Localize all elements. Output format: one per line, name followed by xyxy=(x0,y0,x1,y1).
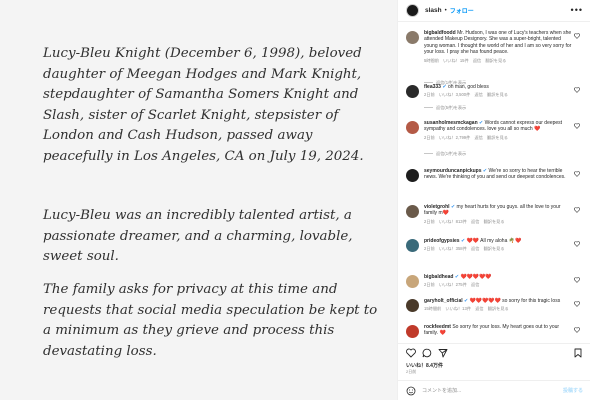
comment: bigbaldhead ✔ ❤️❤️❤️❤️❤️ 2日前 いいね！275件 返信 xyxy=(406,274,586,296)
like-heart-icon[interactable] xyxy=(574,123,580,129)
verified-icon: ✔ xyxy=(454,274,460,280)
comment-text: oh man, god bless xyxy=(447,84,489,90)
reply-button[interactable]: 返信 xyxy=(471,219,479,224)
comment-composer: コメントを追加... 投稿する xyxy=(398,380,590,400)
reply-button[interactable]: 返信 xyxy=(473,58,481,63)
verified-icon: ✔ xyxy=(482,168,488,174)
translate-button[interactable]: 翻訳を見る xyxy=(485,58,506,63)
avatar[interactable] xyxy=(406,4,419,17)
translate-button[interactable]: 翻訳を見る xyxy=(484,219,505,224)
like-heart-icon[interactable] xyxy=(574,207,580,213)
comment-username[interactable]: seymourduncanpickups xyxy=(424,168,482,174)
like-heart-icon[interactable] xyxy=(574,33,580,39)
comment-text: ❤️❤️❤️❤️❤️ so sorry for this tragic loss xyxy=(469,298,561,304)
comment-likes[interactable]: いいね！813件 xyxy=(439,219,467,224)
translate-button[interactable]: 翻訳を見る xyxy=(488,306,509,311)
comment-time: 2日前 xyxy=(424,282,435,288)
commenter-avatar[interactable] xyxy=(406,85,419,98)
comment-likes[interactable]: いいね！2,799件 xyxy=(439,135,470,140)
comment-time: 2日前 xyxy=(424,246,435,252)
comment: flea333 ✔ oh man, god bless 2日前 いいね！3,50… xyxy=(406,84,586,114)
reply-button[interactable]: 返信 xyxy=(475,306,483,311)
comment: seymourduncanpickups ✔ We're so sorry to… xyxy=(406,168,586,196)
comment-icon[interactable] xyxy=(422,348,432,358)
comment-likes[interactable]: いいね！3,500件 xyxy=(439,92,470,97)
verified-icon: ✔ xyxy=(460,238,466,244)
like-heart-icon[interactable] xyxy=(574,277,580,283)
comment-time: 2日前 xyxy=(424,134,435,140)
post-image: Lucy-Bleu Knight (December 6, 1998), bel… xyxy=(0,0,397,400)
verified-icon: ✔ xyxy=(450,204,456,210)
commenter-avatar[interactable] xyxy=(406,121,419,134)
comment: garyholt_official ✔ ❤️❤️❤️❤️❤️ so sorry … xyxy=(406,298,586,320)
translate-button[interactable]: 翻訳を見る xyxy=(484,246,505,251)
comment-likes[interactable]: いいね！13件 xyxy=(445,306,471,311)
verified-icon: ✔ xyxy=(442,84,447,90)
comment-text: ❤️❤️ All my aloha 🌴❤️ xyxy=(466,238,522,244)
post-paragraph-3: The family asks for privacy at this time… xyxy=(43,282,378,359)
header-separator: • xyxy=(444,7,447,14)
like-heart-icon[interactable] xyxy=(574,301,580,307)
commenter-avatar[interactable] xyxy=(406,275,419,288)
translate-button[interactable]: 翻訳を見る xyxy=(487,92,508,97)
commenter-avatar[interactable] xyxy=(406,169,419,182)
likes-count[interactable]: いいね！8.4万件 xyxy=(406,362,443,369)
comment-likes[interactable]: いいね！15件 xyxy=(443,58,469,63)
comment-username[interactable]: bigbaldfoodd xyxy=(424,30,456,36)
comment-text: ❤️❤️❤️❤️❤️ xyxy=(460,274,492,280)
like-heart-icon[interactable] xyxy=(574,327,580,333)
translate-button[interactable]: 翻訳を見る xyxy=(487,135,508,140)
reply-button[interactable]: 返信 xyxy=(471,246,479,251)
emoji-icon[interactable] xyxy=(406,386,416,396)
comment-username[interactable]: flea333 xyxy=(424,84,441,90)
comment-username[interactable]: garyholt_official xyxy=(424,298,463,304)
comment-time: 2日前 xyxy=(424,218,435,224)
post-date: 2日前 xyxy=(406,369,417,374)
commenter-avatar[interactable] xyxy=(406,299,419,312)
follow-button[interactable]: フォロー xyxy=(450,6,474,15)
post-paragraph-2: Lucy-Bleu was an incredibly talented art… xyxy=(43,208,353,264)
like-heart-icon[interactable] xyxy=(574,171,580,177)
commenter-avatar[interactable] xyxy=(406,325,419,338)
more-options-icon[interactable]: ••• xyxy=(571,5,583,15)
header-username[interactable]: slash xyxy=(425,7,442,14)
comment: susanholmesmckagan ✔ Words cannot expres… xyxy=(406,120,586,158)
post-paragraph-1: Lucy-Bleu Knight (December 6, 1998), bel… xyxy=(43,46,364,164)
post-comment-button[interactable]: 投稿する xyxy=(563,387,583,394)
comment-username[interactable]: bigbaldhead xyxy=(424,274,453,280)
commenter-avatar[interactable] xyxy=(406,239,419,252)
comment-time: 15時間前 xyxy=(424,306,442,312)
reply-button[interactable]: 返信 xyxy=(474,92,482,97)
bookmark-icon[interactable] xyxy=(573,348,583,358)
comment-input[interactable]: コメントを追加... xyxy=(422,387,461,394)
comment: violetgrohl ✔ my heart hurts for you guy… xyxy=(406,204,586,232)
commenter-avatar[interactable] xyxy=(406,31,419,44)
view-replies-button[interactable]: 返信(5件)を表示 xyxy=(424,105,466,111)
like-heart-icon[interactable] xyxy=(574,87,580,93)
like-icon[interactable] xyxy=(406,348,416,358)
comments-panel: slash • フォロー ••• bigbaldfoodd Mr. Hudson… xyxy=(397,0,590,400)
post-header: slash • フォロー ••• xyxy=(398,0,590,22)
comment-likes[interactable]: いいね！275件 xyxy=(439,282,467,287)
comment: bigbaldfoodd Mr. Hudson, I was one of Lu… xyxy=(406,30,586,85)
comment-likes[interactable]: いいね！358件 xyxy=(439,246,467,251)
like-heart-icon[interactable] xyxy=(574,241,580,247)
reply-button[interactable]: 返信 xyxy=(474,135,482,140)
comment: prideofgypsies ✔ ❤️❤️ All my aloha 🌴❤️ 2… xyxy=(406,238,586,260)
action-bar xyxy=(398,343,590,360)
verified-icon: ✔ xyxy=(464,298,469,304)
comment-username[interactable]: prideofgypsies xyxy=(424,238,460,244)
reply-button[interactable]: 返信 xyxy=(471,282,479,287)
view-replies-button[interactable]: 返信(1件)を表示 xyxy=(424,151,466,157)
comment: rockfeedmt So sorry for your loss. My he… xyxy=(406,324,586,340)
commenter-avatar[interactable] xyxy=(406,205,419,218)
share-icon[interactable] xyxy=(438,348,448,358)
comment-time: 2日前 xyxy=(424,92,435,98)
comment-time: 5時間前 xyxy=(424,57,439,63)
